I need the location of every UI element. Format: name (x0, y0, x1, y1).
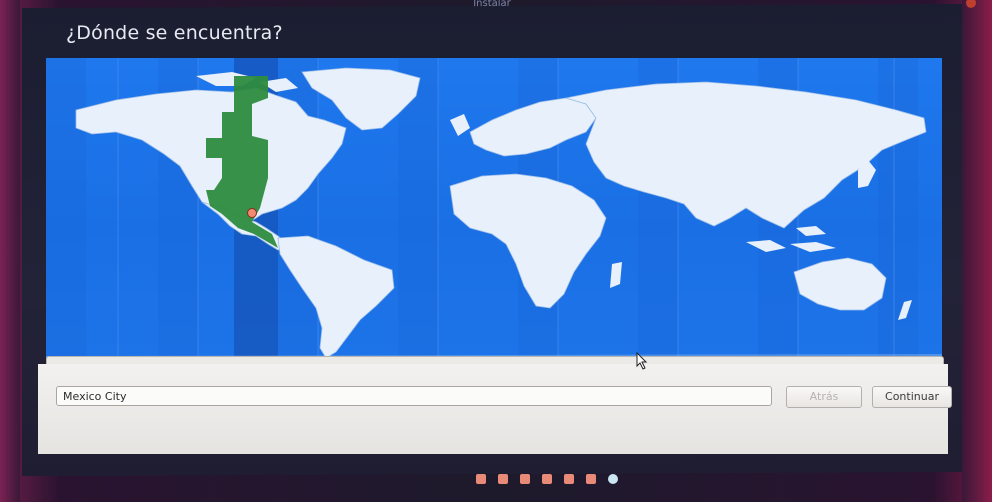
step-dot (586, 474, 596, 484)
page-title: ¿Dónde se encuentra? (66, 22, 283, 44)
continue-button[interactable]: Continuar (872, 386, 952, 408)
timezone-input[interactable] (56, 386, 772, 406)
mouse-pointer-icon (636, 352, 648, 370)
bottom-panel (38, 364, 948, 454)
step-dot (520, 474, 530, 484)
step-dot (498, 474, 508, 484)
photo-edge-right (962, 0, 992, 502)
continent-europe (469, 97, 597, 157)
step-dot (564, 474, 574, 484)
window-caption: Instalar (473, 0, 511, 10)
continent-africa (449, 173, 607, 309)
location-pin-icon[interactable] (247, 208, 257, 218)
step-dot-current (608, 474, 618, 484)
world-map[interactable] (46, 58, 942, 364)
step-progress (476, 474, 618, 484)
step-dot (476, 474, 486, 484)
madagascar (610, 262, 622, 288)
photo-edge-left (0, 0, 20, 502)
british-isles (450, 114, 470, 136)
continent-australia (793, 257, 887, 311)
timezone-map[interactable] (46, 58, 942, 364)
back-button[interactable]: Atrás (786, 386, 862, 408)
step-dot (542, 474, 552, 484)
continent-asia (565, 81, 927, 229)
